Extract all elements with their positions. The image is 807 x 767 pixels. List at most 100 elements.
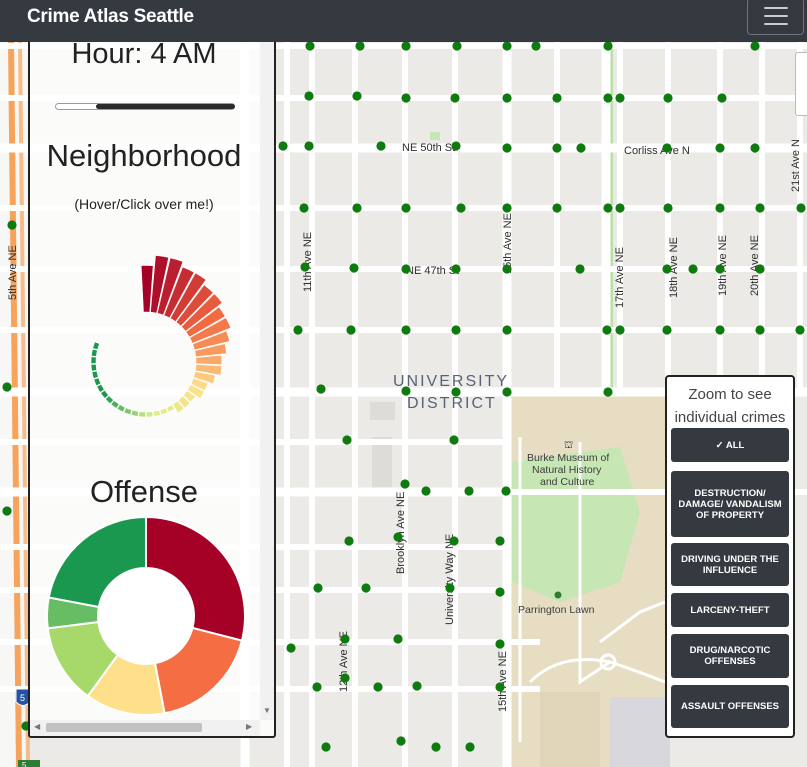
crime-dot[interactable]: [502, 143, 512, 153]
neighborhood-bar[interactable]: [93, 377, 102, 387]
crime-dot[interactable]: [316, 384, 326, 394]
crime-dot[interactable]: [278, 141, 288, 151]
filter-assault-button[interactable]: ASSAULT OFFENSES: [671, 685, 789, 728]
crime-dot[interactable]: [795, 325, 805, 335]
crime-dot[interactable]: [502, 387, 512, 397]
crime-dot[interactable]: [449, 435, 459, 445]
crime-dot[interactable]: [373, 682, 383, 692]
neighborhood-bar[interactable]: [91, 348, 98, 357]
neighborhood-bar[interactable]: [90, 356, 97, 364]
crime-dot[interactable]: [349, 263, 359, 273]
crime-dot[interactable]: [431, 742, 441, 752]
crime-dot[interactable]: [286, 643, 296, 653]
crime-dot[interactable]: [755, 203, 765, 213]
crime-dot[interactable]: [552, 93, 562, 103]
crime-dot[interactable]: [352, 91, 362, 101]
crime-dot[interactable]: [342, 435, 352, 445]
crime-dot[interactable]: [603, 93, 613, 103]
crime-dot[interactable]: [715, 264, 725, 274]
crime-dot[interactable]: [7, 220, 17, 230]
horizontal-scroll-thumb[interactable]: [46, 723, 202, 732]
crime-dot[interactable]: [502, 93, 512, 103]
crime-dot[interactable]: [401, 93, 411, 103]
crime-dot[interactable]: [715, 325, 725, 335]
crime-dot[interactable]: [401, 264, 411, 274]
sidebar-charts[interactable]: [30, 32, 258, 722]
neighborhood-bar[interactable]: [138, 411, 146, 418]
crime-dot[interactable]: [755, 325, 765, 335]
crime-dot[interactable]: [421, 486, 431, 496]
crime-dot[interactable]: [502, 264, 512, 274]
crime-dot[interactable]: [502, 203, 512, 213]
crime-dot[interactable]: [449, 536, 459, 546]
crime-dot[interactable]: [401, 325, 411, 335]
crime-dot[interactable]: [576, 143, 586, 153]
crime-dot[interactable]: [340, 634, 350, 644]
crime-dot[interactable]: [688, 264, 698, 274]
crime-dot[interactable]: [304, 91, 314, 101]
filter-all-button[interactable]: ✓ ALL: [671, 428, 789, 462]
neighborhood-bar[interactable]: [130, 409, 139, 417]
crime-dot[interactable]: [400, 479, 410, 489]
crime-dot[interactable]: [393, 634, 403, 644]
filter-larceny-button[interactable]: LARCENY-THEFT: [671, 593, 789, 627]
crime-dot[interactable]: [662, 325, 672, 335]
crime-dot[interactable]: [663, 93, 673, 103]
crime-dot[interactable]: [393, 532, 403, 542]
crime-dot[interactable]: [750, 143, 760, 153]
crime-dot[interactable]: [450, 93, 460, 103]
menu-toggle-button[interactable]: [747, 0, 804, 35]
crime-dot[interactable]: [615, 93, 625, 103]
crime-dot[interactable]: [495, 682, 505, 692]
crime-dot[interactable]: [401, 386, 411, 396]
crime-dot[interactable]: [451, 141, 461, 151]
crime-dot[interactable]: [299, 203, 309, 213]
crime-dot[interactable]: [344, 536, 354, 546]
crime-dot[interactable]: [396, 736, 406, 746]
crime-dot[interactable]: [304, 141, 314, 151]
crime-dot[interactable]: [501, 486, 511, 496]
crime-dot[interactable]: [401, 203, 411, 213]
crime-dot[interactable]: [445, 583, 455, 593]
crime-dot[interactable]: [2, 382, 12, 392]
zoom-control[interactable]: [795, 52, 807, 116]
crime-dot[interactable]: [451, 264, 461, 274]
crime-dot[interactable]: [456, 203, 466, 213]
horizontal-scrollbar[interactable]: ◀ ▶: [30, 720, 260, 736]
neighborhood-bar[interactable]: [123, 407, 133, 416]
crime-dot[interactable]: [340, 673, 350, 683]
crime-dot[interactable]: [495, 587, 505, 597]
crime-dot[interactable]: [603, 203, 613, 213]
crime-dot[interactable]: [717, 93, 727, 103]
crime-dot[interactable]: [603, 387, 613, 397]
crime-dot[interactable]: [451, 325, 461, 335]
crime-dot[interactable]: [300, 262, 310, 272]
filter-drug-button[interactable]: DRUG/NARCOTIC OFFENSES: [671, 634, 789, 678]
crime-dot[interactable]: [376, 141, 386, 151]
crime-dot[interactable]: [662, 264, 672, 274]
crime-dot[interactable]: [796, 203, 806, 213]
crime-dot[interactable]: [321, 742, 331, 752]
vertical-scrollbar[interactable]: ▲ ▼: [260, 32, 274, 720]
crime-dot[interactable]: [575, 264, 585, 274]
crime-dot[interactable]: [465, 742, 475, 752]
crime-dot[interactable]: [715, 143, 725, 153]
crime-dot[interactable]: [361, 583, 371, 593]
neighborhood-bar[interactable]: [152, 409, 161, 417]
crime-dot[interactable]: [502, 325, 512, 335]
neighborhood-bar[interactable]: [159, 407, 169, 416]
filter-dui-button[interactable]: DRIVING UNDER THE INFLUENCE: [671, 543, 789, 586]
crime-dot[interactable]: [755, 264, 765, 274]
crime-dot[interactable]: [352, 203, 362, 213]
crime-dot[interactable]: [464, 486, 474, 496]
neighborhood-bar[interactable]: [145, 411, 154, 418]
scroll-left-icon[interactable]: ◀: [34, 722, 40, 731]
neighborhood-bar[interactable]: [92, 341, 100, 350]
crime-dot[interactable]: [346, 325, 356, 335]
crime-dot[interactable]: [615, 203, 625, 213]
app-title[interactable]: Crime Atlas Seattle: [27, 6, 194, 28]
crime-dot[interactable]: [2, 506, 12, 516]
neighborhood-bar[interactable]: [91, 370, 99, 379]
crime-dot[interactable]: [715, 203, 725, 213]
crime-dot[interactable]: [495, 536, 505, 546]
